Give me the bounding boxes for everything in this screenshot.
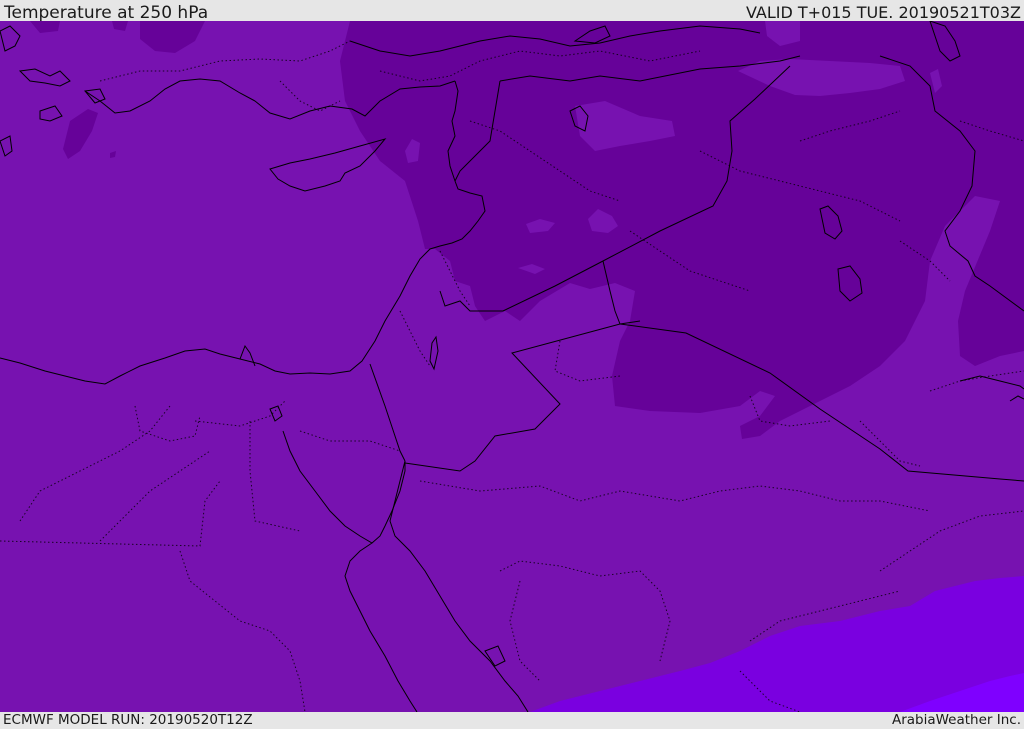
- credit-label: ArabiaWeather Inc.: [891, 712, 1021, 728]
- map-title: Temperature at 250 hPa: [4, 3, 209, 23]
- footer-bar: ECMWF MODEL RUN: 20190520T12Z ArabiaWeat…: [0, 712, 1024, 729]
- valid-time-label: VALID T+015 TUE. 20190521T03Z: [745, 3, 1021, 22]
- header-bar: Temperature at 250 hPa VALID T+015 TUE. …: [0, 0, 1024, 23]
- temperature-map: [0, 21, 1024, 712]
- model-run-label: ECMWF MODEL RUN: 20190520T12Z: [3, 712, 253, 728]
